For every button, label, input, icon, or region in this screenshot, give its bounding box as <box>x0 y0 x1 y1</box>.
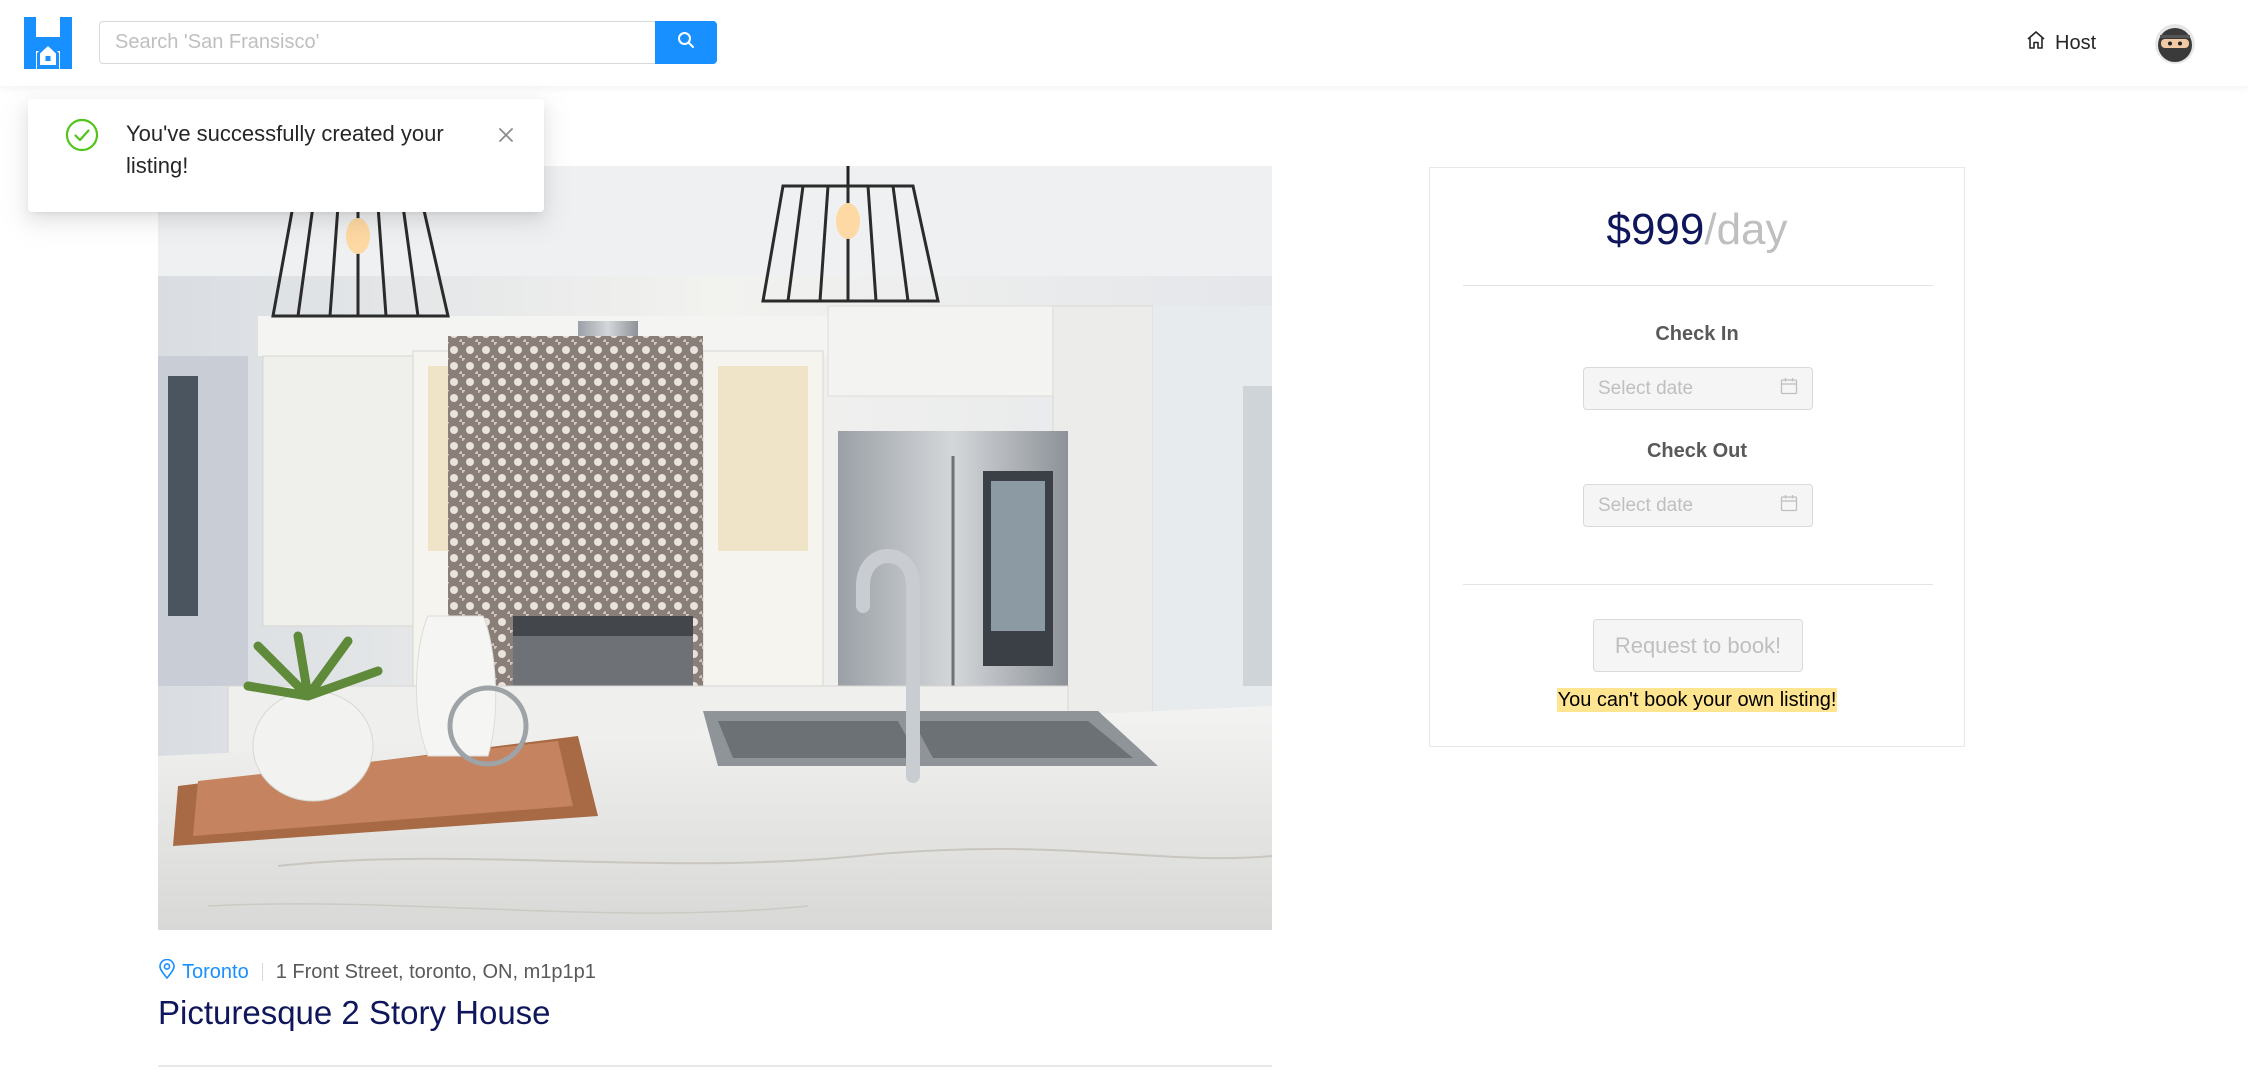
booking-divider <box>1463 584 1933 585</box>
search-icon <box>677 31 695 54</box>
price-amount: $999 <box>1606 205 1705 254</box>
own-listing-warning: You can't book your own listing! <box>1556 688 1838 712</box>
listing-title: Picturesque 2 Story House <box>158 994 551 1031</box>
city-link[interactable]: Toronto <box>158 958 249 985</box>
warning-container: You can't book your own listing! <box>1430 688 1964 712</box>
search-bar <box>99 21 717 64</box>
check-in-label: Check In <box>1655 323 1739 345</box>
house-logo-icon[interactable] <box>24 17 72 69</box>
check-in-placeholder: Select date <box>1598 377 1694 399</box>
home-icon <box>2026 30 2046 56</box>
app-header: Host <box>0 0 2248 86</box>
listing-address: 1 Front Street, toronto, ON, m1p1p1 <box>275 960 596 983</box>
price-display: $999/day <box>1430 202 1964 258</box>
search-button[interactable] <box>655 21 717 64</box>
check-in-date-picker[interactable]: Select date <box>1583 367 1813 410</box>
location-pin-icon <box>158 958 176 985</box>
calendar-icon <box>1780 494 1798 518</box>
kitchen-photo <box>158 166 1272 930</box>
search-input[interactable] <box>99 21 655 64</box>
listing-meta: Toronto 1 Front Street, toronto, ON, m1p… <box>158 958 596 985</box>
price-divider <box>1463 285 1933 286</box>
ninja-avatar-icon <box>2155 24 2195 64</box>
price-unit: /day <box>1704 205 1788 254</box>
success-notification: You've successfully created your listing… <box>28 99 544 212</box>
meta-divider <box>261 963 263 981</box>
check-circle-icon <box>65 118 99 152</box>
host-label: Host <box>2055 31 2097 54</box>
notification-message: You've successfully created your listing… <box>126 121 444 178</box>
calendar-icon <box>1780 377 1798 401</box>
avatar[interactable] <box>2155 24 2195 64</box>
check-out-label: Check Out <box>1646 440 1748 462</box>
host-link[interactable]: Host <box>2026 28 2096 58</box>
request-to-book-button[interactable]: Request to book! <box>1593 619 1803 672</box>
listing-image <box>158 166 1272 930</box>
close-icon[interactable] <box>494 123 518 147</box>
check-out-placeholder: Select date <box>1598 494 1694 516</box>
booking-card: $999/day Check In Select date Check Out … <box>1429 167 1965 747</box>
title-divider <box>158 1065 1272 1067</box>
city-label: Toronto <box>182 960 249 983</box>
check-out-date-picker[interactable]: Select date <box>1583 484 1813 527</box>
